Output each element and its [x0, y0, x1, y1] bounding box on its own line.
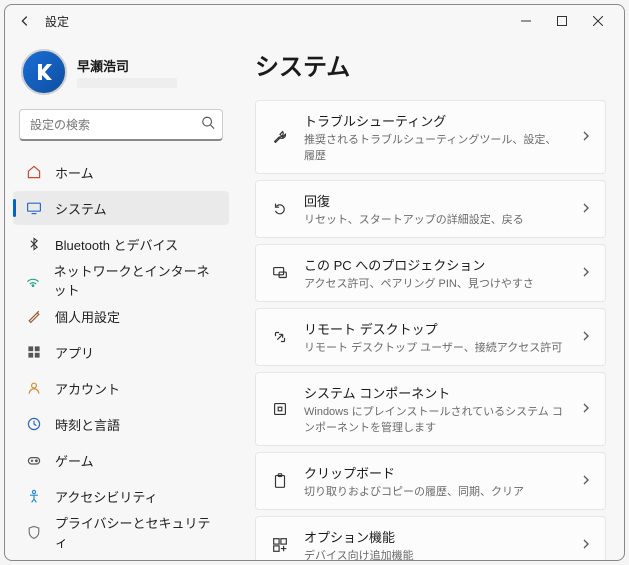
- search-box[interactable]: [19, 109, 223, 141]
- personalization-icon: [25, 307, 43, 325]
- chevron-right-icon: [581, 128, 591, 146]
- card-system-components[interactable]: システム コンポーネントWindows にプレインストールされているシステム コ…: [255, 372, 606, 446]
- nav-label: アプリ: [55, 343, 94, 362]
- nav-gaming[interactable]: ゲーム: [13, 443, 229, 477]
- update-icon: [25, 559, 43, 560]
- nav-privacy[interactable]: プライバシーとセキュリティ: [13, 515, 229, 549]
- chevron-right-icon: [581, 400, 591, 418]
- close-button[interactable]: [580, 7, 616, 35]
- nav-label: アカウント: [55, 379, 120, 398]
- content: 早瀬浩司 ホーム システム: [5, 37, 624, 560]
- search-icon: [201, 116, 215, 135]
- nav-home[interactable]: ホーム: [13, 155, 229, 189]
- card-troubleshoot[interactable]: トラブルシューティング推奨されるトラブルシューティングツール、設定、履歴: [255, 100, 606, 174]
- card-title: システム コンポーネント: [304, 383, 567, 402]
- gaming-icon: [25, 451, 43, 469]
- accounts-icon: [25, 379, 43, 397]
- card-title: トラブルシューティング: [304, 111, 567, 130]
- card-clipboard[interactable]: クリップボード切り取りおよびコピーの履歴、同期、クリア: [255, 452, 606, 510]
- nav-time-language[interactable]: 時刻と言語: [13, 407, 229, 441]
- nav-system[interactable]: システム: [13, 191, 229, 225]
- nav-windows-update[interactable]: Windows Update: [13, 551, 229, 560]
- card-sub: リセット、スタートアップの詳細設定、戻る: [304, 211, 567, 227]
- nav-label: 個人用設定: [55, 307, 120, 326]
- nav-label: システム: [55, 199, 107, 218]
- minimize-button[interactable]: [508, 7, 544, 35]
- nav-label: 時刻と言語: [55, 415, 120, 434]
- system-icon: [25, 199, 43, 217]
- wrench-icon: [270, 127, 290, 147]
- settings-window: 設定 早瀬浩司: [4, 4, 625, 561]
- card-title: クリップボード: [304, 463, 567, 482]
- settings-cards: トラブルシューティング推奨されるトラブルシューティングツール、設定、履歴 回復リ…: [255, 100, 606, 560]
- card-title: リモート デスクトップ: [304, 319, 567, 338]
- titlebar: 設定: [5, 5, 624, 37]
- card-sub: アクセス許可、ペアリング PIN、見つけやすさ: [304, 275, 567, 291]
- back-button[interactable]: [13, 9, 37, 33]
- apps-icon: [25, 343, 43, 361]
- card-optional-features[interactable]: オプション機能デバイス向け追加機能: [255, 516, 606, 560]
- nav-label: ゲーム: [55, 451, 94, 470]
- maximize-button[interactable]: [544, 7, 580, 35]
- features-icon: [270, 535, 290, 555]
- chevron-right-icon: [581, 264, 591, 282]
- chevron-right-icon: [581, 536, 591, 554]
- nav-label: ネットワークとインターネット: [54, 261, 221, 299]
- network-icon: [25, 271, 42, 289]
- card-remote-desktop[interactable]: リモート デスクトップリモート デスクトップ ユーザー、接続アクセス許可: [255, 308, 606, 366]
- card-sub: デバイス向け追加機能: [304, 547, 567, 560]
- time-icon: [25, 415, 43, 433]
- components-icon: [270, 399, 290, 419]
- nav-network[interactable]: ネットワークとインターネット: [13, 263, 229, 297]
- nav-apps[interactable]: アプリ: [13, 335, 229, 369]
- projection-icon: [270, 263, 290, 283]
- chevron-right-icon: [581, 200, 591, 218]
- chevron-right-icon: [581, 328, 591, 346]
- profile[interactable]: 早瀬浩司: [13, 43, 229, 109]
- sidebar: 早瀬浩司 ホーム システム: [5, 37, 237, 560]
- card-sub: Windows にプレインストールされているシステム コンポーネントを管理します: [304, 403, 567, 435]
- nav-accessibility[interactable]: アクセシビリティ: [13, 479, 229, 513]
- main-panel: システム トラブルシューティング推奨されるトラブルシューティングツール、設定、履…: [237, 37, 624, 560]
- card-title: オプション機能: [304, 527, 567, 546]
- accessibility-icon: [25, 487, 43, 505]
- nav-personalization[interactable]: 個人用設定: [13, 299, 229, 333]
- search-input[interactable]: [19, 109, 223, 141]
- window-title: 設定: [45, 13, 69, 30]
- nav-label: アクセシビリティ: [55, 487, 158, 506]
- home-icon: [25, 163, 43, 181]
- recovery-icon: [270, 199, 290, 219]
- card-recovery[interactable]: 回復リセット、スタートアップの詳細設定、戻る: [255, 180, 606, 238]
- clipboard-icon: [270, 471, 290, 491]
- nav-label: ホーム: [55, 163, 94, 182]
- card-sub: 切り取りおよびコピーの履歴、同期、クリア: [304, 483, 567, 499]
- user-name: 早瀬浩司: [77, 56, 177, 75]
- card-title: この PC へのプロジェクション: [304, 255, 567, 274]
- remote-icon: [270, 327, 290, 347]
- nav-bluetooth[interactable]: Bluetooth とデバイス: [13, 227, 229, 261]
- page-title: システム: [255, 47, 606, 82]
- card-projection[interactable]: この PC へのプロジェクションアクセス許可、ペアリング PIN、見つけやすさ: [255, 244, 606, 302]
- avatar: [21, 49, 67, 95]
- nav: ホーム システム Bluetooth とデバイス ネットワークとインターネット …: [13, 155, 229, 560]
- card-title: 回復: [304, 191, 567, 210]
- bluetooth-icon: [25, 235, 43, 253]
- privacy-icon: [25, 523, 43, 541]
- card-sub: リモート デスクトップ ユーザー、接続アクセス許可: [304, 339, 567, 355]
- nav-label: プライバシーとセキュリティ: [55, 513, 221, 551]
- card-sub: 推奨されるトラブルシューティングツール、設定、履歴: [304, 131, 567, 163]
- nav-label: Bluetooth とデバイス: [55, 235, 178, 254]
- chevron-right-icon: [581, 472, 591, 490]
- user-email-redacted: [77, 78, 177, 88]
- nav-accounts[interactable]: アカウント: [13, 371, 229, 405]
